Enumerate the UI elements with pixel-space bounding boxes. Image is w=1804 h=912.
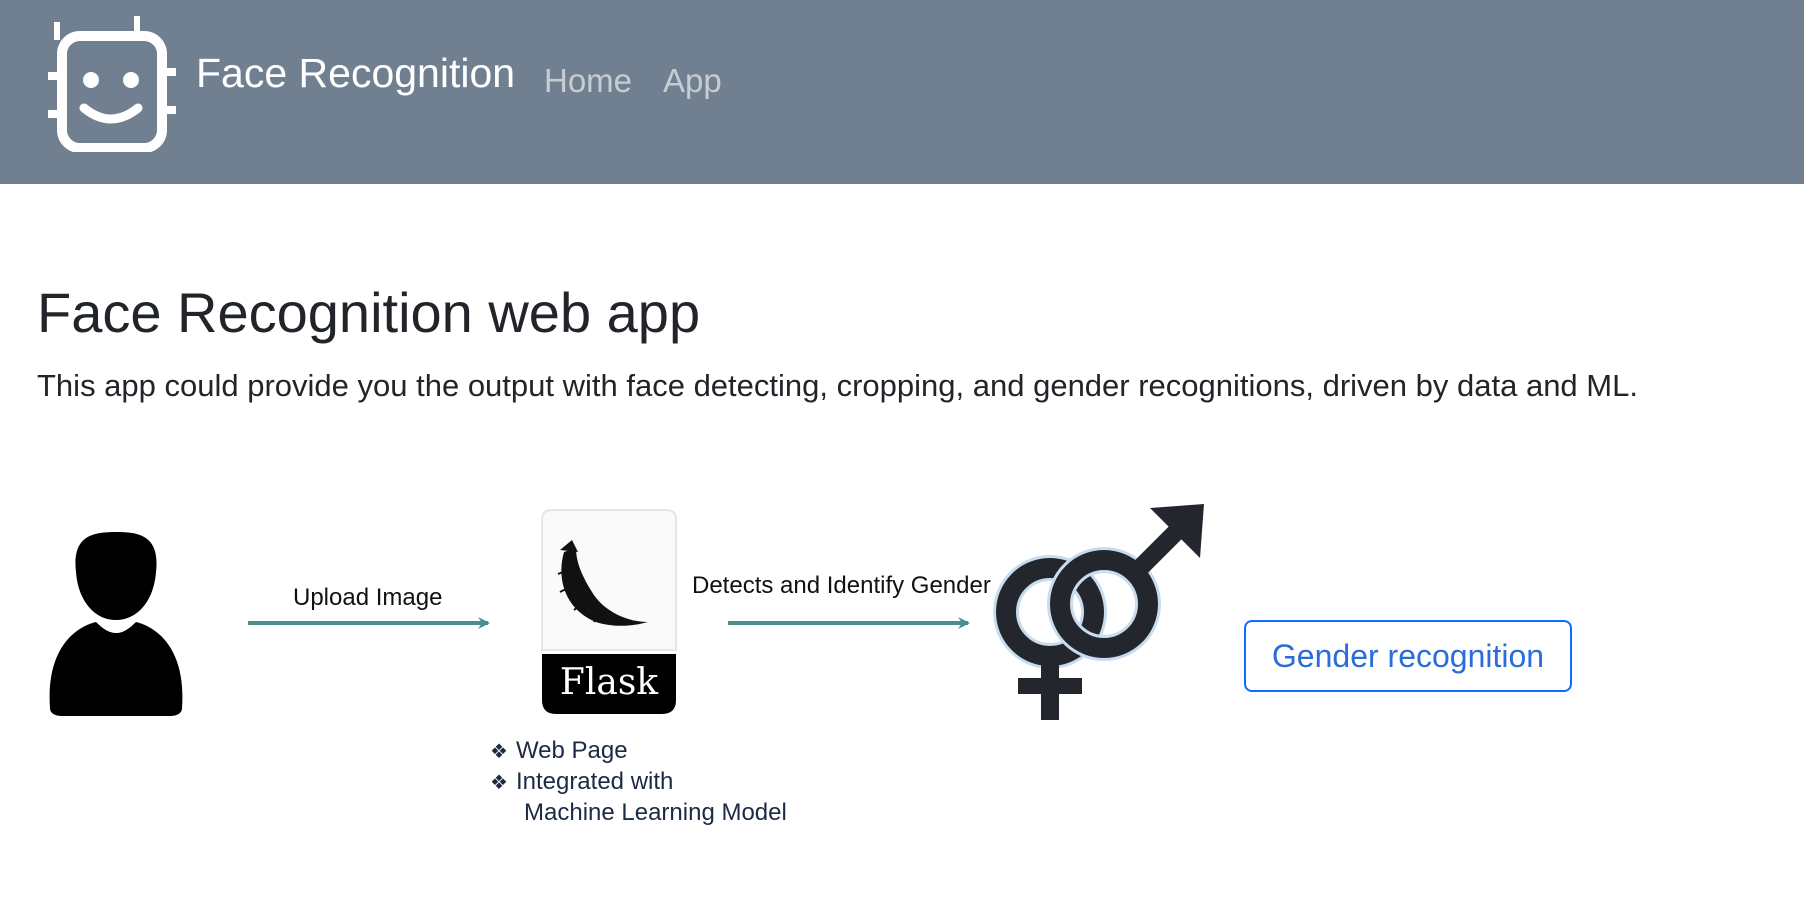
- list-item: ❖ Web Page: [490, 736, 787, 767]
- user-silhouette-icon: [49, 532, 183, 716]
- list-item: ❖ Integrated with: [490, 767, 787, 798]
- list-item-label: Web Page: [515, 737, 628, 764]
- diamond-bullet-icon: ❖: [490, 741, 508, 763]
- list-item-continuation: Machine Learning Model: [524, 799, 787, 826]
- list-item-label: Integrated with: [515, 768, 674, 795]
- robot-face-icon[interactable]: [44, 16, 180, 152]
- brand-name[interactable]: Face Recognition: [196, 50, 515, 97]
- gender-recognition-button[interactable]: Gender recognition: [1244, 620, 1572, 692]
- architecture-diagram: Upload Image Detects and Identify Gender…: [0, 500, 1300, 840]
- gender-symbols-icon: [993, 504, 1204, 720]
- flask-label: Flask: [559, 662, 659, 703]
- flask-features-list: ❖ Web Page ❖ Integrated with Machine Learn…: [490, 736, 787, 828]
- diamond-bullet-icon: ❖: [490, 772, 508, 794]
- page-title: Face Recognition web app: [37, 281, 701, 344]
- upload-image-label: Upload Image: [293, 584, 443, 611]
- navbar: Face Recognition Home App: [0, 0, 1804, 184]
- page-description: This app could provide you the output wi…: [37, 368, 1638, 403]
- nav-link-app[interactable]: App: [663, 62, 722, 100]
- nav-link-home[interactable]: Home: [544, 62, 632, 100]
- detect-gender-label: Detects and Identify Gender: [692, 572, 991, 599]
